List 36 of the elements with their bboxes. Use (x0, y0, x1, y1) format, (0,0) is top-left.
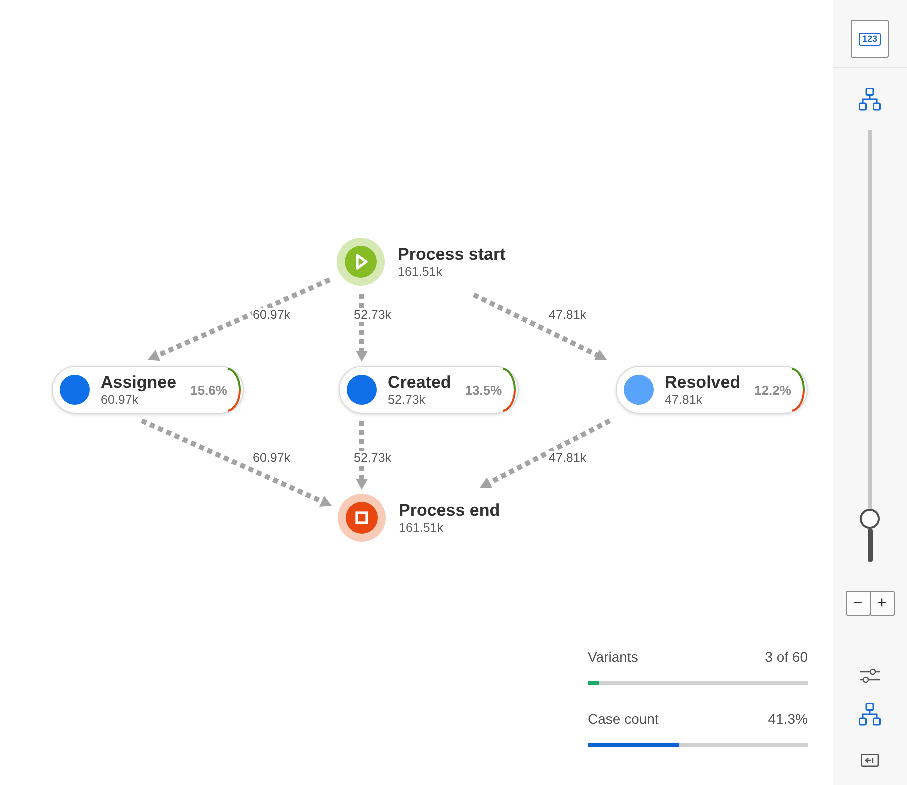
node-title: Process start (398, 245, 506, 265)
node-share: 15.6% (190, 382, 228, 398)
edge-label: 60.97k (252, 451, 292, 465)
numbers-button[interactable]: 123 (851, 20, 889, 58)
stop-circle-icon (338, 494, 386, 542)
sliders-icon[interactable] (860, 668, 880, 684)
node-share: 12.2% (754, 382, 792, 398)
node-count: 60.97k (101, 393, 140, 407)
metric-label: Variants (588, 648, 638, 667)
half-ring-icon (227, 368, 242, 412)
edge-label: 52.73k (353, 308, 393, 322)
zoom-in-button[interactable]: + (870, 591, 894, 616)
edge-label: 52.73k (353, 451, 393, 465)
edge-label: 47.81k (548, 308, 588, 322)
org-chart-icon[interactable] (859, 88, 881, 111)
metric-value: 3 of 60 (765, 648, 808, 667)
node-title: Assignee (101, 373, 177, 393)
node-count: 47.81k (665, 393, 704, 407)
zoom-out-button[interactable]: − (846, 591, 870, 616)
metric-value: 41.3% (768, 710, 808, 729)
node-title: Created (388, 373, 452, 393)
edge-label: 60.97k (252, 308, 292, 322)
node-title: Process end (399, 501, 500, 521)
play-circle-icon (337, 238, 385, 286)
arrow-in-box-icon[interactable] (861, 754, 879, 767)
node-count: 161.51k (399, 521, 444, 535)
half-ring-icon (502, 368, 516, 412)
node-count: 52.73k (388, 393, 427, 407)
metric-label: Case count (588, 710, 659, 729)
node-share: 13.5% (465, 382, 502, 398)
org-chart-icon[interactable] (859, 703, 881, 726)
edge-label: 47.81k (548, 451, 588, 465)
node-count: 161.51k (398, 265, 444, 279)
node-title: Resolved (665, 373, 741, 393)
half-ring-icon (791, 368, 806, 412)
slider-thumb[interactable] (860, 508, 880, 529)
